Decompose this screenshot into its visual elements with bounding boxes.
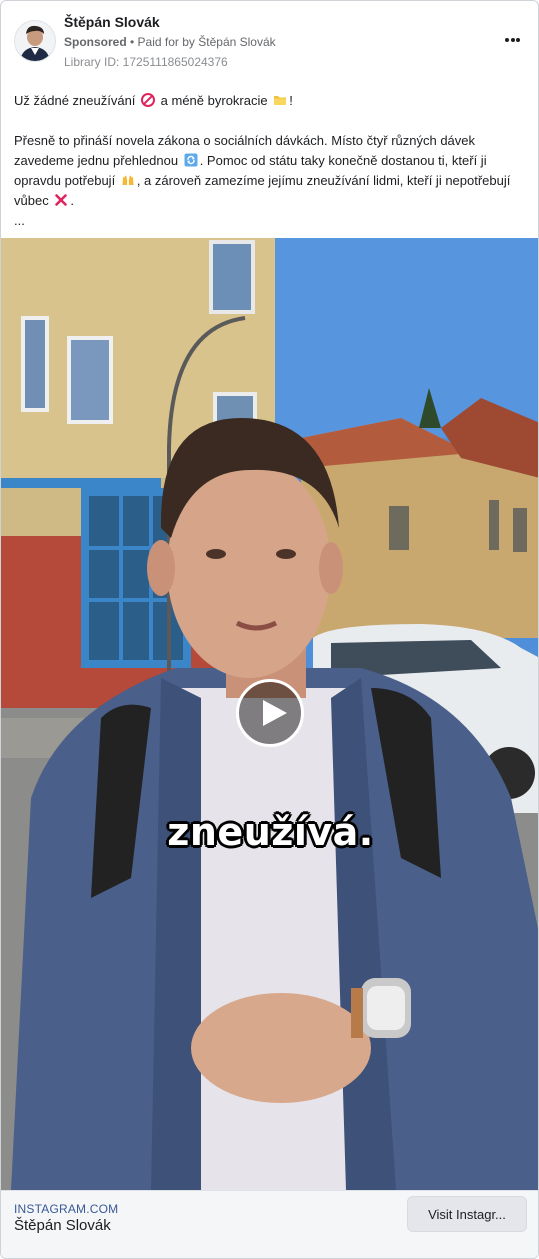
link-footer[interactable]: INSTAGRAM.COM Štěpán Slovák Visit Instag… [1, 1190, 538, 1258]
raised-hands-emoji [122, 175, 134, 185]
more-horizontal-icon [505, 38, 509, 42]
paid-for-name[interactable]: Štěpán Slovák [198, 35, 275, 49]
post-body: Už žádné zneužívání a méně byrokracie ! … [14, 91, 526, 231]
video-caption: zneužívá. [167, 810, 374, 854]
arrows-cycle-emoji [184, 153, 198, 167]
video-thumbnail[interactable]: zneužívá. [1, 238, 538, 1190]
author-name[interactable]: Štěpán Slovák [64, 14, 160, 30]
more-options-button[interactable] [505, 30, 520, 50]
ad-card: Štěpán Slovák Sponsored • Paid for by Št… [0, 0, 539, 1259]
library-id: Library ID: 1725111865024376 [64, 55, 228, 69]
visit-instagram-button[interactable]: Visit Instagr... [407, 1196, 527, 1232]
paid-for-prefix: • Paid for by [130, 35, 195, 49]
avatar[interactable] [14, 20, 56, 62]
see-more-ellipsis[interactable]: ... [14, 211, 526, 231]
body-line-1: Už žádné zneužívání a méně byrokracie ! [14, 93, 293, 108]
play-button[interactable] [236, 679, 304, 747]
post-header: Štěpán Slovák Sponsored • Paid for by Št… [1, 1, 538, 81]
no-entry-emoji [141, 93, 156, 107]
cross-mark-emoji [55, 194, 68, 206]
play-icon [263, 700, 287, 726]
body-paragraph-2: Přesně to přináší novela zákona o sociál… [14, 133, 511, 208]
sponsor-line: Sponsored • Paid for by Štěpán Slovák [64, 35, 276, 49]
folder-emoji [274, 96, 287, 105]
link-domain: INSTAGRAM.COM [14, 1202, 119, 1216]
sponsored-label: Sponsored [64, 35, 127, 49]
link-title[interactable]: Štěpán Slovák [14, 1217, 111, 1234]
